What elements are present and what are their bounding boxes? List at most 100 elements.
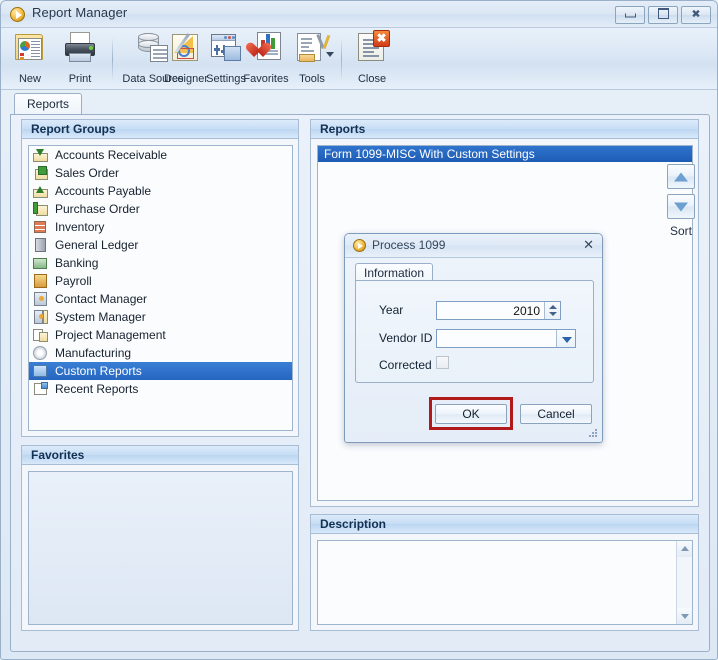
group-item-accounts-payable[interactable]: Accounts Payable xyxy=(29,182,292,200)
toolbar-separator-2 xyxy=(341,37,342,81)
minimize-button[interactable] xyxy=(615,6,645,24)
year-spinner-icon[interactable] xyxy=(544,302,560,319)
sort-ascending-button[interactable] xyxy=(667,164,695,189)
group-item-sales-order[interactable]: Sales Order xyxy=(29,164,292,182)
description-header: Description xyxy=(311,515,698,534)
toolbar-button-close[interactable]: ✖ Close xyxy=(348,30,396,87)
group-item-system-manager[interactable]: System Manager xyxy=(29,308,292,326)
general-ledger-icon xyxy=(33,238,48,252)
group-item-label: Payroll xyxy=(55,274,92,288)
corrected-label: Corrected xyxy=(379,358,432,372)
accounts-payable-icon xyxy=(33,184,48,198)
group-item-inventory[interactable]: Inventory xyxy=(29,218,292,236)
year-label: Year xyxy=(379,303,404,317)
group-item-label: System Manager xyxy=(55,310,146,324)
contact-manager-icon xyxy=(33,292,48,306)
dialog-tab-page: Year 2010 Vendor ID Corrected xyxy=(355,280,594,383)
close-document-icon: ✖ xyxy=(355,30,390,65)
sort-ascending-icon xyxy=(674,172,688,181)
group-item-label: Accounts Payable xyxy=(55,184,152,198)
group-item-banking[interactable]: Banking xyxy=(29,254,292,272)
process-1099-dialog: Process 1099 ✕ Information Year 2010 Ven… xyxy=(344,233,603,443)
vendor-id-combobox[interactable] xyxy=(436,329,576,348)
group-item-accounts-receivable[interactable]: Accounts Receivable xyxy=(29,146,292,164)
group-item-label: Manufacturing xyxy=(55,346,132,360)
dialog-title: Process 1099 xyxy=(372,238,446,252)
report-groups-list[interactable]: Accounts Receivable Sales Order Accounts… xyxy=(28,145,293,431)
toolbar-button-tools[interactable]: Tools xyxy=(288,31,336,87)
report-groups-panel: Report Groups Accounts Receivable Sales … xyxy=(21,119,299,437)
sales-order-icon xyxy=(33,166,48,180)
group-item-project-management[interactable]: Project Management xyxy=(29,326,292,344)
group-item-manufacturing[interactable]: Manufacturing xyxy=(29,344,292,362)
group-item-label: Banking xyxy=(55,256,99,270)
favorites-list[interactable] xyxy=(28,471,293,625)
year-input[interactable]: 2010 xyxy=(436,301,561,320)
recent-reports-icon xyxy=(33,382,48,396)
dialog-close-button[interactable]: ✕ xyxy=(583,238,594,252)
inventory-icon xyxy=(33,220,48,234)
group-item-label: Project Management xyxy=(55,328,166,342)
group-item-custom-reports[interactable]: Custom Reports xyxy=(29,362,292,380)
tools-icon xyxy=(295,31,331,65)
group-item-contact-manager[interactable]: Contact Manager xyxy=(29,290,292,308)
app-play-icon xyxy=(353,239,366,252)
maximize-button[interactable] xyxy=(648,6,678,24)
group-item-label: Accounts Receivable xyxy=(55,148,168,162)
new-report-icon xyxy=(13,31,47,65)
toolbar-separator-1 xyxy=(112,37,113,81)
report-manager-window: Report Manager ✖ New Print Data Source D… xyxy=(0,0,718,660)
corrected-checkbox[interactable] xyxy=(436,356,449,369)
toolbar-label-tools: Tools xyxy=(299,73,325,85)
toolbar: New Print Data Source Designer Settings … xyxy=(1,28,717,90)
description-textarea[interactable] xyxy=(317,540,693,625)
scroll-down-icon[interactable] xyxy=(677,608,692,624)
group-item-payroll[interactable]: Payroll xyxy=(29,272,292,290)
vendor-id-label: Vendor ID xyxy=(379,331,433,345)
app-play-icon xyxy=(10,7,25,22)
sort-descending-icon xyxy=(674,202,688,211)
tab-reports[interactable]: Reports xyxy=(14,93,83,115)
sort-descending-button[interactable] xyxy=(667,194,695,219)
chevron-down-icon[interactable] xyxy=(326,52,334,57)
tab-strip: Reports xyxy=(10,93,710,115)
accounts-receivable-icon xyxy=(33,148,48,162)
group-item-label: Inventory xyxy=(55,220,105,234)
close-x-badge-icon: ✖ xyxy=(373,30,390,47)
purchase-order-icon xyxy=(33,202,48,216)
toolbar-label-close: Close xyxy=(357,73,387,85)
sort-controls: Sort xyxy=(663,164,699,244)
close-button[interactable]: ✖ xyxy=(681,6,711,24)
scroll-up-icon[interactable] xyxy=(677,541,692,557)
window-title: Report Manager xyxy=(32,5,128,20)
report-groups-header: Report Groups xyxy=(22,120,298,139)
cancel-button[interactable]: Cancel xyxy=(520,404,592,424)
favorites-heart-icon xyxy=(249,31,283,65)
dialog-tab-strip: Information xyxy=(355,263,594,283)
ok-button[interactable]: OK xyxy=(435,404,507,424)
report-list-item[interactable]: Form 1099-MISC With Custom Settings xyxy=(318,146,692,162)
group-item-general-ledger[interactable]: General Ledger xyxy=(29,236,292,254)
custom-reports-icon xyxy=(33,364,48,378)
reports-header: Reports xyxy=(311,120,698,139)
group-item-recent-reports[interactable]: Recent Reports xyxy=(29,380,292,398)
year-value: 2010 xyxy=(513,304,540,318)
chevron-down-icon[interactable] xyxy=(556,330,575,347)
group-item-label: Contact Manager xyxy=(55,292,148,306)
group-item-label: General Ledger xyxy=(55,238,139,252)
banking-icon xyxy=(33,256,48,270)
project-management-icon xyxy=(33,328,48,342)
close-icon: ✖ xyxy=(691,8,701,21)
dialog-title-bar: Process 1099 ✕ xyxy=(345,234,602,258)
favorites-panel: Favorites xyxy=(21,445,299,631)
description-scrollbar[interactable] xyxy=(676,541,692,624)
manufacturing-icon xyxy=(33,346,48,360)
toolbar-button-print[interactable]: Print xyxy=(56,31,104,87)
printer-icon xyxy=(63,31,97,65)
group-item-label: Purchase Order xyxy=(55,202,140,216)
group-item-label: Sales Order xyxy=(55,166,120,180)
toolbar-button-new[interactable]: New xyxy=(6,31,54,87)
group-item-purchase-order[interactable]: Purchase Order xyxy=(29,200,292,218)
toolbar-label-new: New xyxy=(18,73,41,85)
resize-grip-icon[interactable] xyxy=(588,429,598,439)
